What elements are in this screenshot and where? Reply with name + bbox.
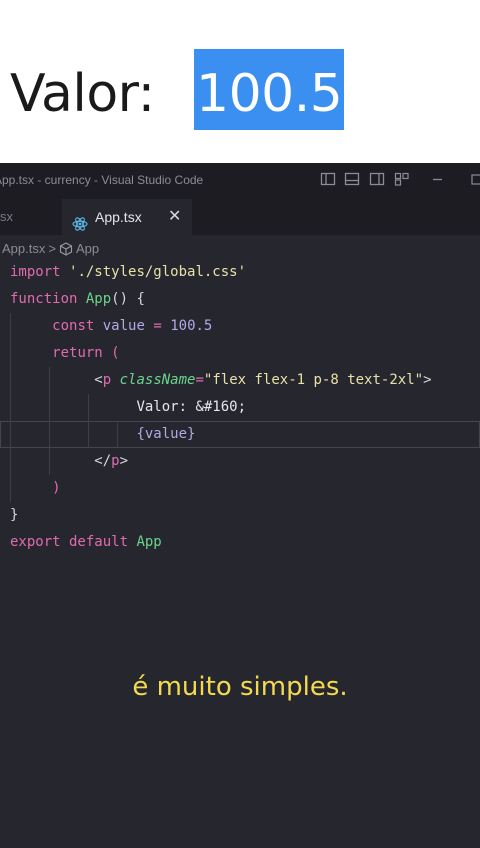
- token-paren: ): [52, 480, 61, 496]
- code-line-4: return (: [0, 340, 480, 367]
- token-string: "flex flex-1 p-8 text-2xl": [203, 372, 424, 388]
- token-punctuation: <: [94, 372, 103, 388]
- indent-guide: [117, 421, 118, 448]
- layout-grid-icon[interactable]: [394, 171, 414, 191]
- token-keyword: return: [52, 345, 103, 361]
- video-subtitle: é muito simples.: [132, 672, 348, 702]
- token-function: App: [85, 291, 112, 307]
- token-keyword: function: [10, 291, 78, 307]
- code-editor[interactable]: import './styles/global.css' function Ap…: [0, 259, 480, 556]
- indent-guide: [10, 394, 11, 421]
- token-brace: {: [136, 426, 145, 442]
- tab-app-tsx-label: App.tsx: [95, 209, 142, 225]
- restore-icon[interactable]: [470, 171, 480, 191]
- token-attribute: className: [119, 372, 196, 388]
- layout-split-icon[interactable]: [369, 171, 389, 191]
- indent-guide: [10, 313, 11, 340]
- token-paren: (: [111, 345, 120, 361]
- layout-panel-icon[interactable]: [344, 171, 364, 191]
- code-line-6: Valor: &#160;: [0, 394, 480, 421]
- indent-guide: [49, 421, 50, 448]
- code-line-9: ): [0, 475, 480, 502]
- tab-app-tsx[interactable]: App.tsx ✕: [62, 199, 192, 235]
- tab-previous-label: sx: [0, 209, 13, 224]
- code-line-3: const value = 100.5: [0, 313, 480, 340]
- indent-guide: [10, 340, 11, 367]
- indent-guide: [10, 448, 11, 475]
- code-line-8: </p>: [0, 448, 480, 475]
- token-punctuation: >: [119, 453, 129, 469]
- token-punctuation: </: [94, 453, 112, 469]
- token-brace: }: [187, 426, 196, 442]
- token-keyword: export default: [10, 534, 129, 550]
- close-icon[interactable]: ✕: [168, 199, 181, 235]
- breadcrumb-file[interactable]: App.tsx: [2, 241, 45, 256]
- breadcrumb-separator: >: [48, 241, 56, 256]
- indent-guide: [10, 367, 11, 394]
- token-tag: p: [111, 453, 120, 469]
- preview-label: Valor:: [10, 64, 155, 124]
- code-line-5: <p className="flex flex-1 p-8 text-2xl">: [0, 367, 480, 394]
- tab-previous[interactable]: sx: [0, 199, 60, 235]
- indent-guide: [88, 421, 89, 448]
- code-line-2: function App() {: [0, 286, 480, 313]
- minimize-icon[interactable]: [430, 171, 450, 191]
- token-variable: value: [102, 318, 145, 334]
- preview-pane: Valor: 100.5: [0, 0, 480, 163]
- token-keyword: const: [52, 318, 95, 334]
- indent-guide: [10, 475, 11, 502]
- indent-guide: [49, 448, 50, 475]
- indent-guide: [49, 394, 50, 421]
- window-title: App.tsx - currency - Visual Studio Code: [0, 173, 204, 187]
- token-punctuation: () {: [111, 291, 145, 307]
- token-keyword: import: [10, 264, 61, 280]
- token-punctuation: >: [423, 372, 432, 388]
- code-line-1: import './styles/global.css': [0, 259, 480, 286]
- token-string: './styles/global.css': [69, 264, 247, 280]
- breadcrumb-symbol[interactable]: App: [76, 241, 99, 256]
- token-variable: value: [144, 426, 188, 442]
- token-number: 100.5: [170, 318, 213, 334]
- token-jsx-text: Valor: &#160;: [136, 399, 247, 415]
- token-operator: =: [195, 372, 204, 388]
- code-line-11: export default App: [0, 529, 480, 556]
- breadcrumb: App.tsx > App: [0, 238, 480, 260]
- token-brace: }: [10, 507, 19, 523]
- title-bar: App.tsx - currency - Visual Studio Code: [0, 163, 480, 199]
- indent-guide: [49, 367, 50, 394]
- token-operator: =: [153, 318, 162, 334]
- indent-guide: [88, 394, 89, 421]
- indent-guide: [10, 421, 11, 448]
- preview-value-selected[interactable]: 100.5: [194, 49, 345, 130]
- layout-sidebar-icon[interactable]: [320, 171, 340, 191]
- code-line-10: }: [0, 502, 480, 529]
- token-tag: p: [102, 372, 112, 388]
- token-function: App: [136, 534, 162, 550]
- tab-bar: sx App.tsx ✕: [0, 199, 480, 235]
- code-line-7-current: {value}: [0, 421, 480, 448]
